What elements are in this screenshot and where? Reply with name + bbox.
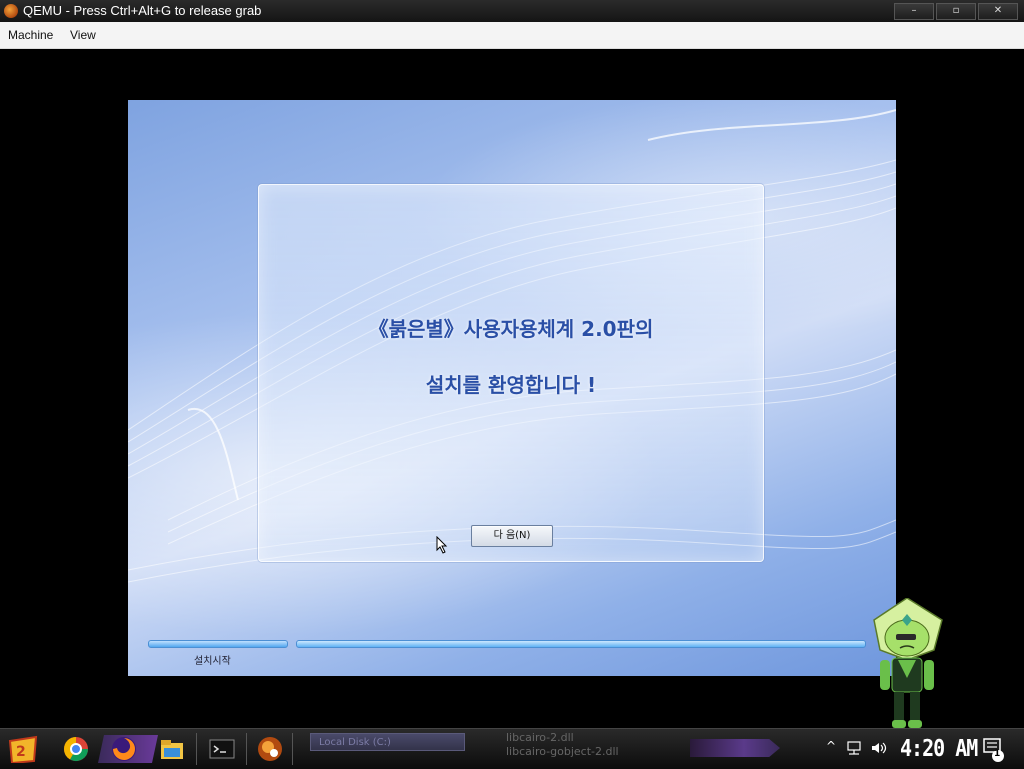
terminal-icon[interactable] (208, 735, 236, 763)
minimize-button[interactable]: – (894, 3, 934, 20)
desktop-mascot-character (873, 598, 943, 728)
maximize-button[interactable]: ▫ (936, 3, 976, 20)
menu-bar: Machine View (0, 22, 1024, 49)
file-explorer-icon[interactable] (158, 735, 186, 763)
start-icon[interactable]: 2 (8, 735, 40, 763)
window-title: QEMU - Press Ctrl+Alt+G to release grab (23, 3, 262, 18)
qemu-app-icon[interactable] (4, 4, 18, 18)
welcome-title-line1: 《붉은별》사용자용체계 2.0판의 (368, 317, 654, 341)
taskbar-purple-arrow (690, 739, 780, 757)
taskbar-clock[interactable]: 4:20 AM (900, 734, 978, 762)
firefox-icon[interactable] (110, 735, 138, 763)
tray-chevron-icon[interactable]: ^ (826, 739, 836, 753)
current-step-label: 설치시작 (194, 656, 231, 667)
taskbar: 2 Local Disk (C:) libcairo-2.dll libcair… (0, 728, 1024, 769)
guest-display[interactable]: 《붉은별》사용자용체계 2.0판의 설치를 환영합니다 ! 다 음(N) 설치시… (128, 100, 896, 676)
notification-count-badge: 1 (994, 749, 1001, 759)
window-controls: – ▫ ✕ (894, 3, 1018, 20)
volume-icon[interactable] (870, 741, 888, 755)
background-window-title[interactable]: Local Disk (C:) (310, 733, 465, 751)
background-file-label-1: libcairo-2.dll (506, 731, 574, 744)
svg-text:2: 2 (16, 744, 26, 760)
welcome-panel: 《붉은별》사용자용체계 2.0판의 설치를 환영합니다 ! 다 음(N) (258, 184, 764, 562)
chrome-icon[interactable] (62, 735, 90, 763)
next-button[interactable]: 다 음(N) (471, 525, 553, 547)
network-icon[interactable] (846, 741, 862, 755)
welcome-title-line2: 설치를 환영합니다 ! (425, 373, 597, 397)
taskbar-separator (196, 733, 197, 765)
close-button[interactable]: ✕ (978, 3, 1018, 20)
overall-progress-bar (296, 640, 866, 648)
qemu-icon[interactable] (256, 735, 284, 763)
qemu-title-bar: QEMU - Press Ctrl+Alt+G to release grab … (0, 0, 1024, 22)
taskbar-separator (292, 733, 293, 765)
menu-view[interactable]: View (70, 28, 96, 42)
menu-machine[interactable]: Machine (8, 28, 53, 42)
background-file-label-2: libcairo-gobject-2.dll (506, 745, 619, 758)
taskbar-separator (246, 733, 247, 765)
mouse-cursor-icon (436, 536, 448, 554)
step-progress-bar (148, 640, 288, 648)
